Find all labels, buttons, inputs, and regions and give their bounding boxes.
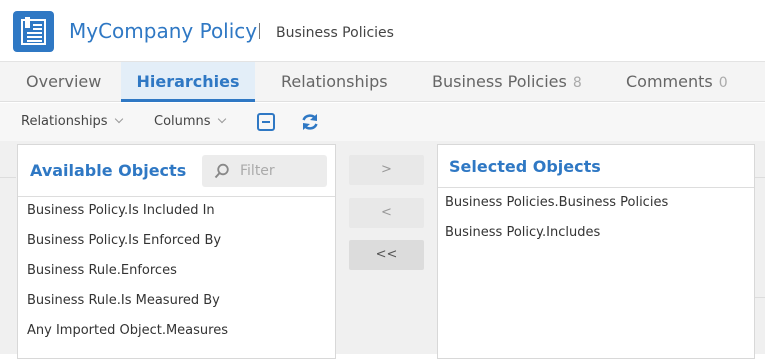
- selected-objects-header: Selected Objects: [438, 145, 754, 188]
- list-item[interactable]: Any Imported Object.Measures: [27, 323, 228, 338]
- list-item[interactable]: Business Rule.Is Measured By: [27, 293, 220, 308]
- tab-label: Overview: [26, 72, 102, 91]
- divider: [755, 177, 765, 178]
- selected-objects-title: Selected Objects: [449, 157, 601, 176]
- relationships-dropdown[interactable]: Relationships: [21, 114, 123, 129]
- available-objects-header: Available Objects: [18, 145, 335, 197]
- list-item[interactable]: Business Policy.Is Enforced By: [27, 233, 221, 248]
- divider: [755, 297, 765, 298]
- tab-label: Business Policies: [432, 72, 567, 91]
- filter-input[interactable]: [240, 161, 320, 181]
- list-item[interactable]: Business Policy.Is Included In: [27, 203, 215, 218]
- columns-dropdown[interactable]: Columns: [154, 114, 226, 129]
- tab-label: Relationships: [281, 72, 388, 91]
- document-list-icon[interactable]: [13, 11, 54, 52]
- refresh-icon[interactable]: [300, 112, 320, 136]
- app-header: MyCompany Policy Business Policies: [0, 0, 765, 62]
- divider: [0, 177, 16, 178]
- breadcrumb[interactable]: Business Policies: [276, 25, 394, 41]
- tab-count: 0: [718, 75, 728, 91]
- tab-label: Comments: [626, 72, 713, 91]
- columns-dropdown-label: Columns: [154, 114, 211, 129]
- collapse-icon[interactable]: [257, 113, 275, 135]
- tab-bar: Overview Hierarchies Relationships Busin…: [0, 62, 765, 102]
- available-objects-title: Available Objects: [30, 161, 187, 180]
- chevron-down-icon: [217, 114, 226, 124]
- search-icon: [214, 163, 229, 179]
- tab-count: 8: [572, 75, 582, 91]
- filter-box[interactable]: [202, 155, 327, 187]
- tab-label: Hierarchies: [136, 72, 240, 91]
- add-button[interactable]: >: [349, 155, 424, 185]
- available-objects-panel: Available Objects Business Policy.Is Inc…: [17, 144, 336, 359]
- remove-button[interactable]: <: [349, 198, 424, 228]
- tab-comments[interactable]: Comments 0: [626, 62, 728, 102]
- list-item[interactable]: Business Policy.Includes: [445, 225, 600, 240]
- tab-relationships[interactable]: Relationships: [281, 62, 388, 102]
- relationships-dropdown-label: Relationships: [21, 114, 108, 129]
- tab-hierarchies[interactable]: Hierarchies: [121, 62, 255, 102]
- app-title: MyCompany Policy: [69, 19, 258, 43]
- chevron-down-icon: [114, 114, 123, 124]
- title-separator: [259, 23, 260, 39]
- list-item[interactable]: Business Rule.Enforces: [27, 263, 177, 278]
- list-item[interactable]: Business Policies.Business Policies: [445, 195, 668, 210]
- remove-all-button[interactable]: <<: [349, 240, 424, 270]
- tab-overview[interactable]: Overview: [26, 62, 101, 102]
- toolbar: Relationships Columns: [0, 103, 765, 141]
- selected-objects-panel: Selected Objects Business Policies.Busin…: [437, 144, 755, 359]
- tab-business-policies[interactable]: Business Policies 8: [432, 62, 582, 102]
